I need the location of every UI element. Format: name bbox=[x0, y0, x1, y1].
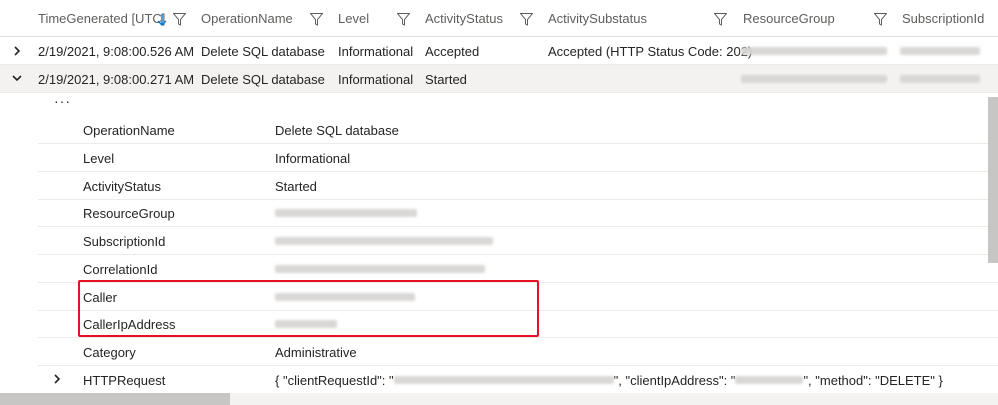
detail-value: Informational bbox=[275, 150, 351, 166]
cell-substatus: Accepted (HTTP Status Code: 202) bbox=[548, 43, 753, 59]
detail-row-correlationid: CorrelationId bbox=[38, 255, 998, 283]
column-label: TimeGenerated [UTC] bbox=[38, 11, 166, 26]
detail-key: OperationName bbox=[83, 122, 175, 138]
detail-value: Administrative bbox=[275, 344, 357, 360]
column-header-timegenerated[interactable]: TimeGenerated [UTC] bbox=[38, 0, 165, 37]
redacted-value bbox=[275, 237, 493, 245]
redacted-subscriptionid bbox=[900, 75, 980, 83]
cell-operation: Delete SQL database bbox=[201, 71, 325, 87]
detail-row-httprequest[interactable]: HTTPRequest { "clientRequestId": " ", "c… bbox=[38, 366, 998, 394]
cell-level: Informational bbox=[338, 71, 414, 87]
redacted-value bbox=[275, 265, 485, 273]
filter-icon[interactable] bbox=[874, 13, 887, 26]
detail-key: CorrelationId bbox=[83, 261, 158, 277]
column-header-resourcegroup[interactable]: ResourceGroup bbox=[743, 0, 835, 37]
highlight-box bbox=[78, 280, 539, 337]
column-label: ActivitySubstatus bbox=[548, 11, 647, 26]
detail-row-category: Category Administrative bbox=[38, 338, 998, 366]
detail-key: ActivityStatus bbox=[83, 178, 162, 194]
column-label: OperationName bbox=[201, 11, 293, 26]
detail-value: Started bbox=[275, 178, 317, 194]
chevron-right-icon[interactable] bbox=[11, 45, 23, 57]
column-label: ResourceGroup bbox=[743, 11, 835, 26]
detail-value: Delete SQL database bbox=[275, 122, 399, 138]
column-label: Level bbox=[338, 11, 370, 26]
column-header-activitysubstatus[interactable]: ActivitySubstatus bbox=[548, 0, 647, 37]
redacted-resourcegroup bbox=[741, 47, 887, 55]
detail-key: Level bbox=[83, 150, 115, 166]
column-label: SubscriptionId bbox=[902, 11, 985, 26]
detail-key: HTTPRequest bbox=[83, 372, 166, 388]
table-row-selected[interactable]: 2/19/2021, 9:08:00.271 AM Delete SQL dat… bbox=[0, 65, 998, 93]
more-options-ellipsis[interactable]: ··· bbox=[54, 93, 71, 109]
detail-key: ResourceGroup bbox=[83, 205, 175, 221]
cell-status: Accepted bbox=[425, 43, 480, 59]
detail-row-level: Level Informational bbox=[38, 144, 998, 172]
column-header-subscriptionid[interactable]: SubscriptionId bbox=[902, 0, 984, 37]
filter-icon[interactable] bbox=[714, 13, 727, 26]
column-header-operationname[interactable]: OperationName bbox=[201, 0, 293, 37]
json-part: ", "method": "DELETE" } bbox=[803, 372, 943, 388]
json-part: ", "clientIpAddress": " bbox=[613, 372, 736, 388]
cell-operation: Delete SQL database bbox=[201, 43, 325, 59]
detail-key: Category bbox=[83, 344, 136, 360]
redacted-client-ip bbox=[735, 376, 804, 384]
column-label: ActivityStatus bbox=[425, 11, 504, 26]
chevron-down-icon[interactable] bbox=[11, 72, 23, 84]
detail-row-operationname: OperationName Delete SQL database bbox=[38, 116, 998, 144]
sort-descending-icon[interactable] bbox=[157, 14, 167, 26]
detail-row-subscriptionid: SubscriptionId bbox=[38, 227, 998, 255]
cell-time: 2/19/2021, 9:08:00.526 AM bbox=[38, 43, 195, 59]
detail-row-activitystatus: ActivityStatus Started bbox=[38, 172, 998, 200]
redacted-subscriptionid bbox=[900, 47, 980, 55]
detail-value-json: { "clientRequestId": " ", "clientIpAddre… bbox=[275, 366, 943, 394]
filter-icon[interactable] bbox=[310, 13, 323, 26]
cell-time: 2/19/2021, 9:08:00.271 AM bbox=[38, 71, 195, 87]
results-header: TimeGenerated [UTC] OperationName Level … bbox=[0, 0, 998, 37]
detail-row-resourcegroup: ResourceGroup bbox=[38, 199, 998, 227]
chevron-right-icon[interactable] bbox=[51, 373, 63, 385]
cell-status: Started bbox=[425, 71, 467, 87]
vertical-scrollbar[interactable] bbox=[988, 97, 998, 263]
column-header-activitystatus[interactable]: ActivityStatus bbox=[425, 0, 503, 37]
cell-level: Informational bbox=[338, 43, 414, 59]
table-row[interactable]: 2/19/2021, 9:08:00.526 AM Delete SQL dat… bbox=[0, 37, 998, 65]
redacted-client-request-id bbox=[393, 376, 614, 384]
json-part: { "clientRequestId": " bbox=[275, 372, 394, 388]
filter-icon[interactable] bbox=[173, 13, 186, 26]
detail-key: SubscriptionId bbox=[83, 233, 166, 249]
redacted-resourcegroup bbox=[741, 75, 887, 83]
horizontal-scrollbar-thumb[interactable] bbox=[0, 393, 230, 405]
filter-icon[interactable] bbox=[520, 13, 533, 26]
column-header-level[interactable]: Level bbox=[338, 0, 369, 37]
redacted-value bbox=[275, 209, 417, 217]
filter-icon[interactable] bbox=[397, 13, 410, 26]
